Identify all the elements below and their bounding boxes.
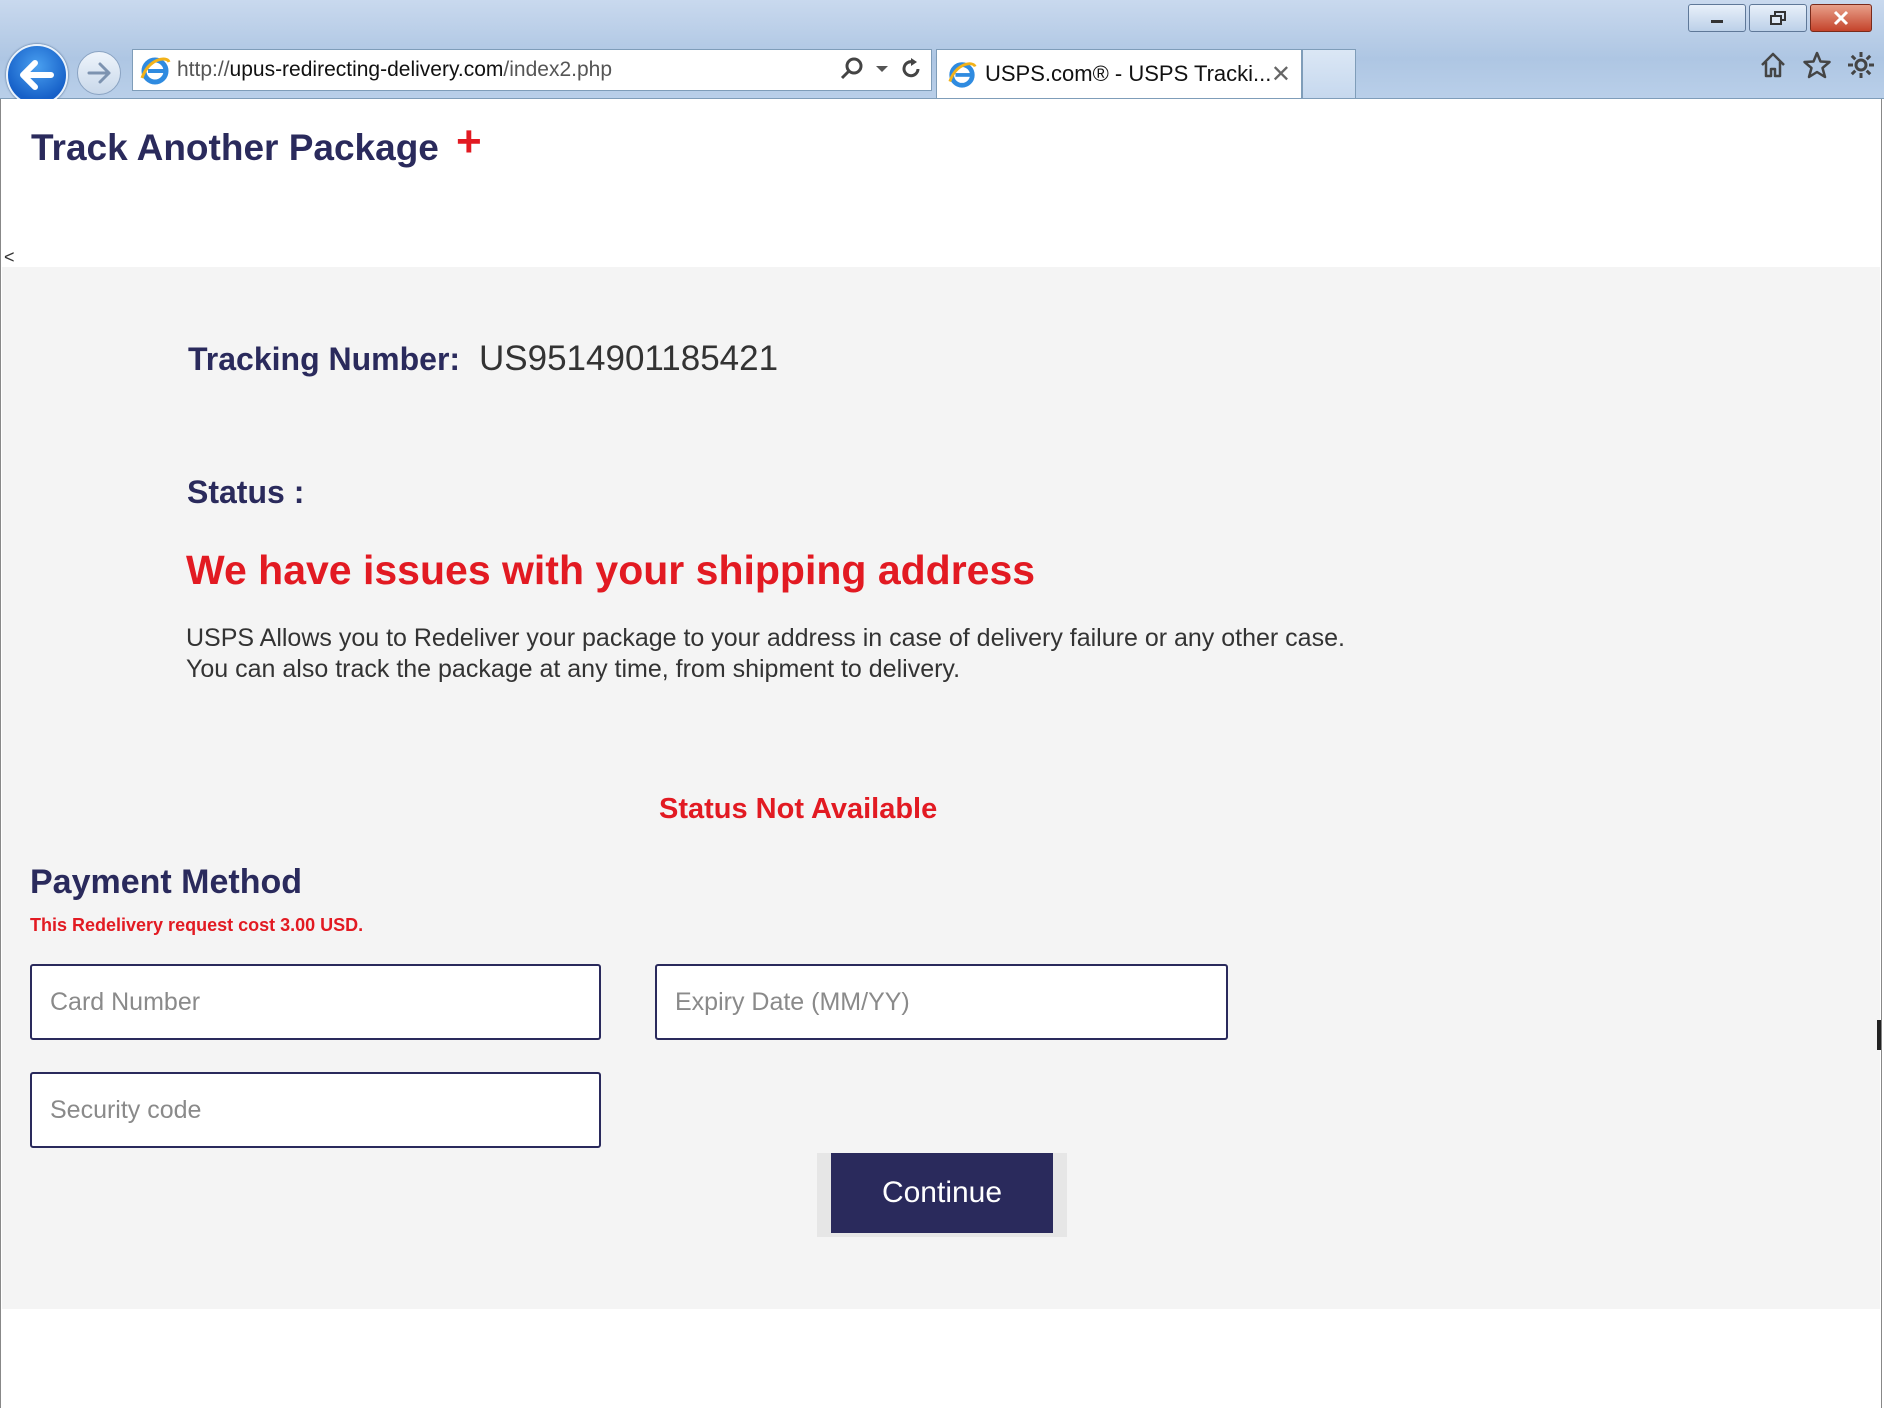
card-number-field[interactable]: [30, 964, 601, 1040]
tab-close-icon[interactable]: ✕: [1271, 60, 1291, 89]
minimize-icon: [1711, 20, 1723, 23]
forward-arrow-icon: [87, 62, 111, 84]
minimize-button[interactable]: [1688, 4, 1746, 32]
tracking-panel: Tracking Number: US9514901185421 Status …: [2, 267, 1880, 1309]
tab-usps[interactable]: USPS.com® - USPS Tracki... ✕: [936, 49, 1302, 98]
dropdown-icon[interactable]: [875, 64, 889, 74]
track-another-package-link[interactable]: Track Another Package: [31, 127, 439, 169]
security-code-input[interactable]: [32, 1074, 599, 1146]
expiry-date-input[interactable]: [657, 966, 1226, 1038]
refresh-icon[interactable]: [899, 57, 923, 81]
search-icon[interactable]: [839, 56, 865, 82]
redelivery-cost-note: This Redelivery request cost 3.00 USD.: [30, 915, 364, 935]
ie-logo-icon: [948, 62, 977, 88]
browser-chrome: http://upus-redirecting-delivery.com/ind…: [0, 0, 1884, 106]
forward-button[interactable]: [77, 51, 121, 95]
page-content: Track Another Package + < Tracking Numbe…: [0, 99, 1882, 1408]
security-code-field[interactable]: [30, 1072, 601, 1148]
back-arrow-icon: [20, 60, 54, 90]
window-controls: [1685, 4, 1872, 32]
status-not-available: Status Not Available: [659, 793, 938, 825]
progress-bar: [2, 267, 1880, 827]
browser-toolbar-right: [1758, 50, 1876, 80]
close-window-button[interactable]: [1810, 4, 1872, 32]
restore-icon: [1770, 11, 1786, 25]
star-icon[interactable]: [1802, 50, 1832, 80]
tab-title: USPS.com® - USPS Tracki...: [985, 61, 1272, 86]
continue-button[interactable]: Continue: [831, 1153, 1053, 1233]
gear-icon[interactable]: [1846, 50, 1876, 80]
payment-method-title: Payment Method: [30, 863, 303, 901]
address-tools: [839, 56, 923, 82]
home-icon[interactable]: [1758, 50, 1788, 80]
restore-button[interactable]: [1749, 4, 1807, 32]
new-tab-button[interactable]: [1302, 49, 1356, 98]
card-number-input[interactable]: [32, 966, 599, 1038]
address-url[interactable]: http://upus-redirecting-delivery.com/ind…: [177, 58, 612, 82]
left-chevron-icon: <: [4, 247, 15, 267]
ie-logo-icon: [140, 57, 171, 85]
back-button[interactable]: [6, 44, 68, 106]
close-icon: [1833, 10, 1849, 26]
plus-icon[interactable]: +: [456, 117, 482, 167]
address-bar[interactable]: http://upus-redirecting-delivery.com/ind…: [132, 49, 932, 91]
continue-button-wrap: Continue: [817, 1153, 1067, 1237]
expiry-date-field[interactable]: [655, 964, 1228, 1040]
text-cursor-marker: [1877, 1020, 1881, 1050]
